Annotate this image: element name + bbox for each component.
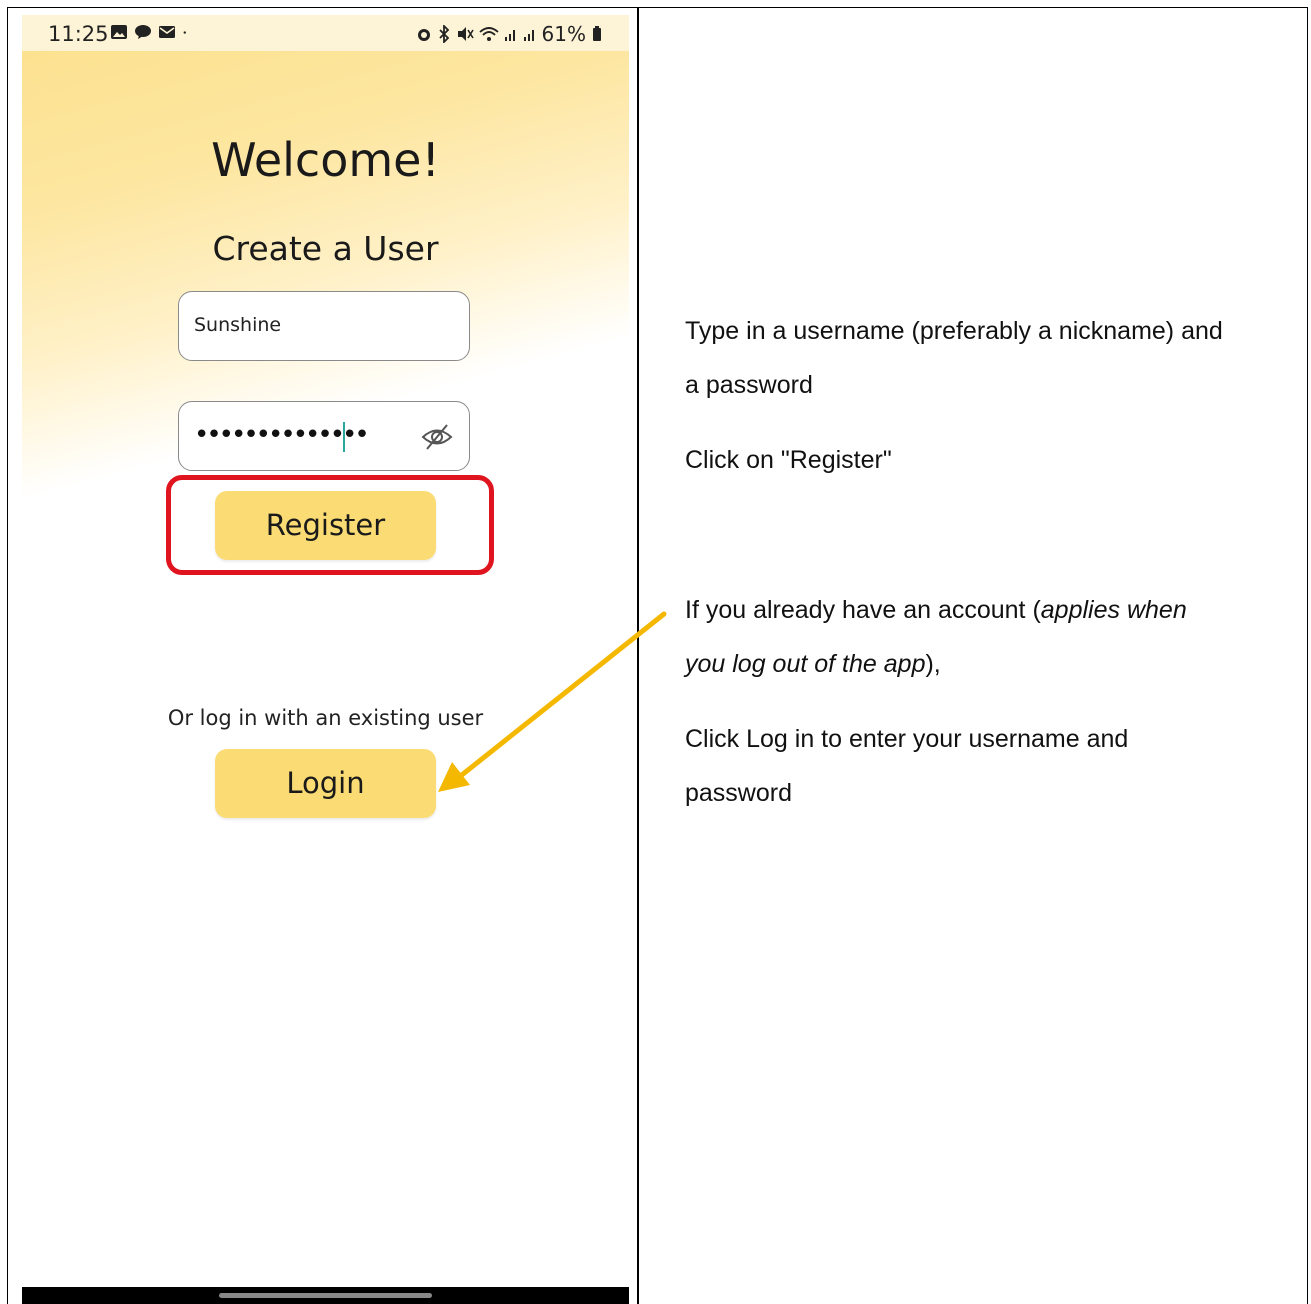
instruction-line: Click Log in to enter your username and bbox=[685, 725, 1129, 753]
instruction-emphasis: applies when bbox=[1040, 596, 1187, 624]
alarm-icon bbox=[417, 29, 430, 41]
username-value: Sunshine bbox=[194, 314, 282, 336]
instruction-line: you log out of the app), bbox=[685, 650, 941, 679]
signal-icon bbox=[523, 30, 534, 41]
instruction-text: ), bbox=[925, 650, 941, 678]
phone-screenshot: 11:25 61% Welcome! Create a User Sunshin… bbox=[22, 15, 629, 1304]
instruction-line: Type in a username (preferably a nicknam… bbox=[685, 317, 1223, 345]
mute-icon bbox=[457, 27, 474, 41]
login-button[interactable]: Login bbox=[215, 749, 436, 818]
instruction-emphasis: you log out of the app bbox=[685, 650, 926, 678]
instruction-text: If you already have an account ( bbox=[685, 596, 1041, 624]
instruction-line: a password bbox=[685, 371, 813, 399]
status-bar: 11:25 61% bbox=[22, 15, 629, 51]
home-handle[interactable] bbox=[219, 1293, 432, 1298]
signal-icon bbox=[504, 30, 515, 41]
bluetooth-icon bbox=[438, 25, 449, 43]
password-input[interactable]: •••••••••••••• bbox=[178, 401, 470, 471]
gallery-icon bbox=[111, 25, 127, 39]
instruction-line: password bbox=[685, 779, 792, 807]
battery-icon bbox=[593, 26, 601, 41]
instruction-line: Click on "Register" bbox=[685, 446, 892, 474]
mail-icon bbox=[159, 26, 175, 38]
welcome-heading: Welcome! bbox=[211, 133, 440, 187]
existing-user-text: Or log in with an existing user bbox=[167, 706, 484, 730]
username-input[interactable]: Sunshine bbox=[178, 291, 470, 361]
wifi-icon bbox=[478, 27, 499, 41]
status-time: 11:25 bbox=[48, 22, 109, 46]
chat-icon bbox=[135, 25, 151, 39]
create-user-heading: Create a User bbox=[212, 229, 439, 268]
navigation-bar bbox=[22, 1287, 629, 1304]
battery-percent: 61% bbox=[541, 22, 586, 46]
column-divider bbox=[637, 7, 639, 1304]
dot-icon bbox=[183, 31, 186, 34]
password-value: •••••••••••••• bbox=[194, 420, 370, 450]
eye-off-icon[interactable] bbox=[421, 422, 453, 452]
instruction-line: If you already have an account (applies … bbox=[685, 596, 1187, 625]
text-cursor bbox=[343, 422, 345, 452]
register-highlight-box bbox=[166, 475, 494, 575]
